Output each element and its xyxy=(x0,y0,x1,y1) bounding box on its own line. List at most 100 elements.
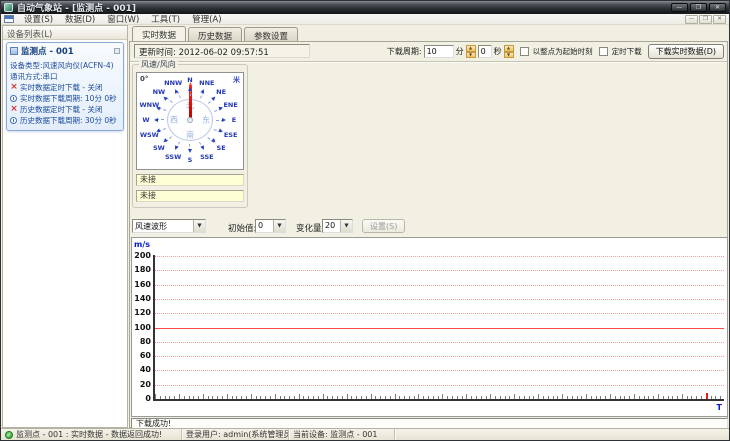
chart-gridline xyxy=(155,356,724,358)
seconds-input[interactable] xyxy=(477,45,492,58)
timed-download-checkbox[interactable] xyxy=(598,47,608,56)
menu-item-4[interactable]: 管理(A) xyxy=(186,13,227,25)
chevron-down-icon: ▼ xyxy=(340,220,352,232)
chart-x-tick xyxy=(557,396,559,399)
chart-x-tick xyxy=(677,396,679,399)
chart-x-tick xyxy=(279,396,281,399)
device-detail-line: × 实时数据定时下载 - 关闭 xyxy=(10,82,103,93)
chart-x-tick xyxy=(399,396,401,399)
chart-x-tick xyxy=(222,396,224,399)
clock-icon xyxy=(10,95,17,102)
restore-icon[interactable]: ❐ xyxy=(690,3,707,12)
chart-x-tick xyxy=(322,394,324,399)
waveform-type-select[interactable]: 风速波形 ▼ xyxy=(132,219,206,233)
compass-direction-label: NNE xyxy=(199,79,215,88)
chart-x-tick xyxy=(475,396,477,399)
chart-x-tick xyxy=(581,396,583,399)
align-hour-checkbox[interactable] xyxy=(519,47,529,56)
compass-direction-label: NE xyxy=(216,87,227,96)
seconds-stepper[interactable]: ▲ ▼ xyxy=(503,45,514,58)
chart-x-tick xyxy=(605,396,607,399)
success-check-icon: ✓ xyxy=(5,430,13,439)
menu-item-0[interactable]: 设置(S) xyxy=(18,13,59,25)
wind-speed-field: 未接 xyxy=(136,174,244,186)
chart-x-tick xyxy=(356,396,358,399)
compass-direction-label: ESE xyxy=(223,131,238,140)
disabled-x-icon: × xyxy=(10,82,18,92)
chart-x-tick xyxy=(495,396,497,399)
chart-x-tick xyxy=(351,396,353,399)
chart-x-tick xyxy=(404,396,406,399)
minimize-icon[interactable]: — xyxy=(671,3,688,12)
mdi-restore-icon[interactable]: ❐ xyxy=(699,14,712,24)
menu-item-3[interactable]: 工具(T) xyxy=(145,13,186,25)
chart-x-tick xyxy=(289,396,291,399)
chart-x-tick xyxy=(701,396,703,399)
chart-gridline xyxy=(155,256,724,257)
set-button[interactable]: 设置(S) xyxy=(362,219,406,233)
chart-x-axis xyxy=(153,399,724,401)
chart-y-tick-label: 20 xyxy=(139,379,151,389)
tab-parameter-settings[interactable]: 参数设置 xyxy=(244,27,299,42)
chart-x-tick xyxy=(337,396,339,399)
chart-x-tick xyxy=(447,396,449,399)
chart-x-tick xyxy=(552,396,554,399)
chart-x-tick xyxy=(466,394,468,399)
tab-history-data[interactable]: 历史数据 xyxy=(188,27,243,42)
chart-x-tick xyxy=(183,396,185,399)
chart-time-marker-label: T xyxy=(716,403,722,412)
delta-value-select[interactable]: 20 ▼ xyxy=(322,219,353,233)
seconds-unit-label: 秒 xyxy=(493,47,502,56)
device-list-sidebar: 设备列表(L) 监测点 - 001 设备类型:风速风向仪(ACFN-4) 通讯方式… xyxy=(2,25,128,428)
chart-x-tick xyxy=(241,396,243,399)
minutes-input[interactable] xyxy=(423,45,454,58)
chart-y-tick-label: 80 xyxy=(139,336,151,346)
chart-y-tick-label: 200 xyxy=(134,251,151,260)
menu-item-2[interactable]: 窗口(W) xyxy=(101,13,145,25)
chart-x-tick xyxy=(303,396,305,399)
menu-item-1[interactable]: 数据(D) xyxy=(59,13,101,25)
chart-x-tick xyxy=(226,394,228,399)
chart-x-tick xyxy=(413,396,415,399)
chart-x-tick xyxy=(327,396,329,399)
minutes-stepper[interactable]: ▲ ▼ xyxy=(465,45,476,58)
compass-arrow-icon xyxy=(173,145,180,151)
chart-x-tick xyxy=(207,396,209,399)
chart-x-tick xyxy=(236,396,238,399)
chart-x-tick xyxy=(274,394,276,399)
chart-x-tick xyxy=(662,396,664,399)
chart-x-tick xyxy=(514,394,516,399)
device-icon xyxy=(10,47,18,55)
chart-x-tick xyxy=(159,396,161,399)
chart-x-tick xyxy=(542,396,544,399)
chart-highlight-line xyxy=(155,327,724,329)
chart-x-tick xyxy=(193,396,195,399)
compass-direction-label: SSW xyxy=(165,152,182,161)
chart-x-tick xyxy=(634,394,635,399)
chart-x-tick xyxy=(231,396,233,399)
chart-x-tick xyxy=(523,396,525,399)
align-hour-label: 以整点为起始时刻 xyxy=(532,47,593,56)
close-icon[interactable]: ✕ xyxy=(709,3,726,12)
timed-download-label: 定时下载 xyxy=(611,47,642,56)
download-realtime-button[interactable]: 下载实时数据(D) xyxy=(647,44,724,59)
main-panel: 实时数据 历史数据 参数设置 更新时间: 2012-06-02 09:57:51… xyxy=(129,25,728,429)
chart-y-tick-label: 100 xyxy=(134,322,151,332)
compass-arrow-icon xyxy=(187,86,192,91)
collapse-icon[interactable] xyxy=(114,48,120,54)
initial-value-select[interactable]: 0 ▼ xyxy=(255,219,286,233)
chevron-down-icon: ▼ xyxy=(273,220,285,232)
minutes-unit-label: 分 xyxy=(455,47,464,56)
device-panel[interactable]: 监测点 - 001 设备类型:风速风向仪(ACFN-4) 通讯方式:串口 × 实时数据… xyxy=(6,42,124,131)
mdi-close-icon[interactable]: ✕ xyxy=(713,14,726,24)
chart-x-tick xyxy=(169,396,171,399)
tab-realtime-data[interactable]: 实时数据 xyxy=(132,26,187,41)
status-message: 监测点 - 001 : 实时数据 - 数据返回成功! xyxy=(16,430,163,439)
wind-speed-chart: m/s T 0 20 40 60 80 100 120 140 160 180 200 xyxy=(131,237,728,417)
menu-bar: 设置(S) 数据(D) 窗口(W) 工具(T) 管理(A) — ❐ ✕ xyxy=(1,14,729,25)
mdi-minimize-icon[interactable]: — xyxy=(685,14,698,24)
mdi-child-icon[interactable] xyxy=(4,15,14,23)
chart-gridline xyxy=(155,270,724,272)
chart-x-tick xyxy=(643,396,645,399)
chart-x-tick xyxy=(710,396,712,399)
